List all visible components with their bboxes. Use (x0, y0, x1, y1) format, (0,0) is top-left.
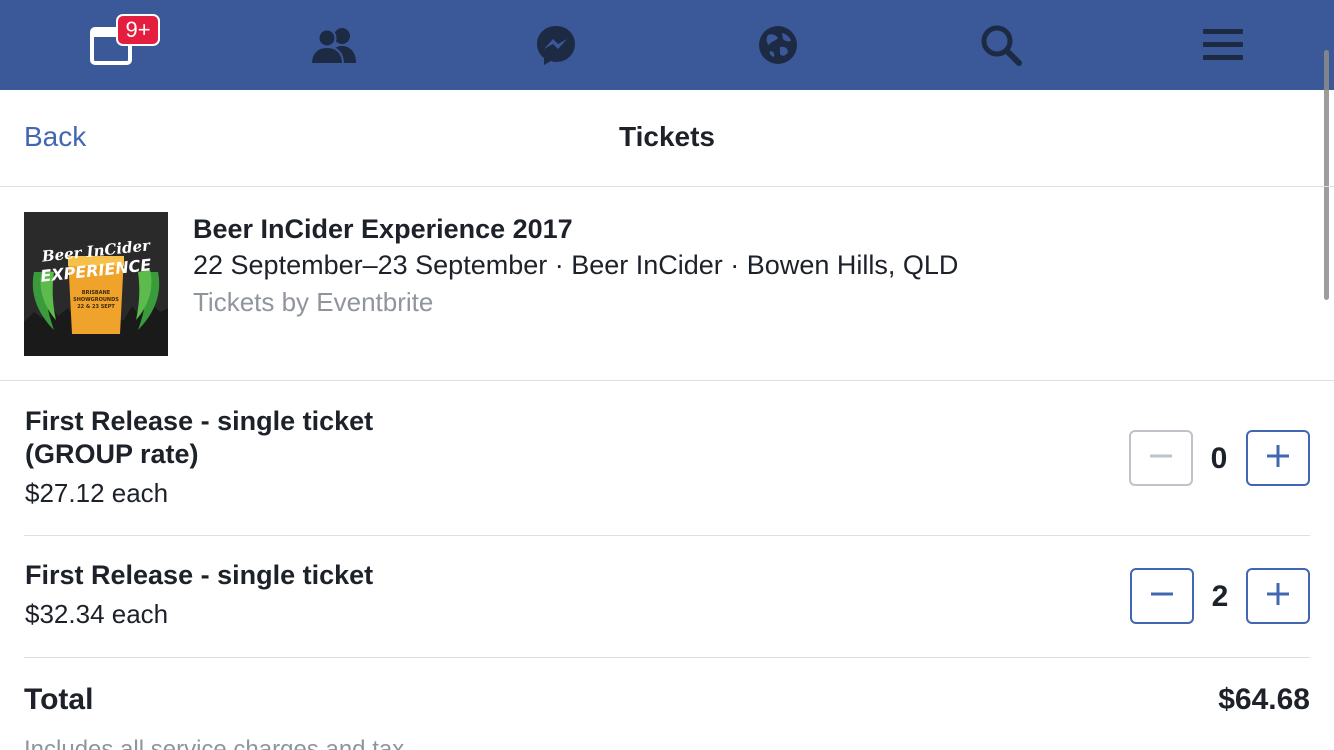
ticket-name: First Release - single ticket (25, 560, 374, 590)
ticket-row: First Release - single ticket (GROUP rat… (24, 382, 1310, 536)
minus-icon (1150, 582, 1174, 611)
friends-icon (309, 25, 359, 65)
total-label: Total (24, 683, 94, 716)
ticket-quantity: 0 (1210, 442, 1228, 475)
plus-icon (1266, 582, 1290, 611)
increment-button[interactable] (1246, 568, 1310, 624)
decrement-button[interactable] (1129, 430, 1193, 486)
decrement-button[interactable] (1130, 568, 1194, 624)
globe-icon (756, 23, 800, 67)
event-details: 22 September–23 September · Beer InCider… (193, 250, 959, 280)
search-icon (979, 23, 1023, 67)
thumb-line4: SHOWGROUNDS (73, 297, 119, 303)
menu-tab[interactable] (1163, 0, 1283, 90)
globe-tab[interactable] (718, 0, 838, 90)
total-note: Includes all service charges and tax (24, 736, 405, 750)
top-navigation-bar: 9+ (0, 0, 1334, 90)
thumb-line3: BRISBANE (82, 290, 111, 296)
minus-icon (1149, 444, 1173, 473)
friends-tab[interactable] (274, 0, 394, 90)
ticket-price: $32.34 each (25, 599, 169, 629)
total-value: $64.68 (1218, 683, 1310, 716)
news-feed-tab[interactable]: 9+ (51, 0, 171, 90)
ticket-price: $27.12 each (25, 478, 169, 508)
messenger-tab[interactable] (496, 0, 616, 90)
ticket-row: First Release - single ticket $32.34 eac… (24, 536, 1310, 658)
increment-button[interactable] (1246, 430, 1310, 486)
event-summary: Beer InCider EXPERIENCE BRISBANE SHOWGRO… (0, 188, 1334, 381)
search-tab[interactable] (941, 0, 1061, 90)
menu-icon (1201, 25, 1245, 65)
ticket-quantity: 2 (1211, 580, 1229, 613)
page-title: Tickets (619, 121, 715, 152)
page-header: Back Tickets (0, 90, 1334, 187)
event-name[interactable]: Beer InCider Experience 2017 (193, 214, 573, 245)
event-thumbnail: Beer InCider EXPERIENCE BRISBANE SHOWGRO… (24, 212, 168, 356)
notification-badge: 9+ (116, 14, 160, 46)
ticket-provider: Tickets by Eventbrite (193, 287, 434, 317)
ticket-name: First Release - single ticket (GROUP rat… (25, 406, 374, 469)
thumb-line5: 22 & 23 SEPT (77, 304, 115, 310)
plus-icon (1266, 444, 1290, 473)
messenger-icon (534, 23, 578, 67)
